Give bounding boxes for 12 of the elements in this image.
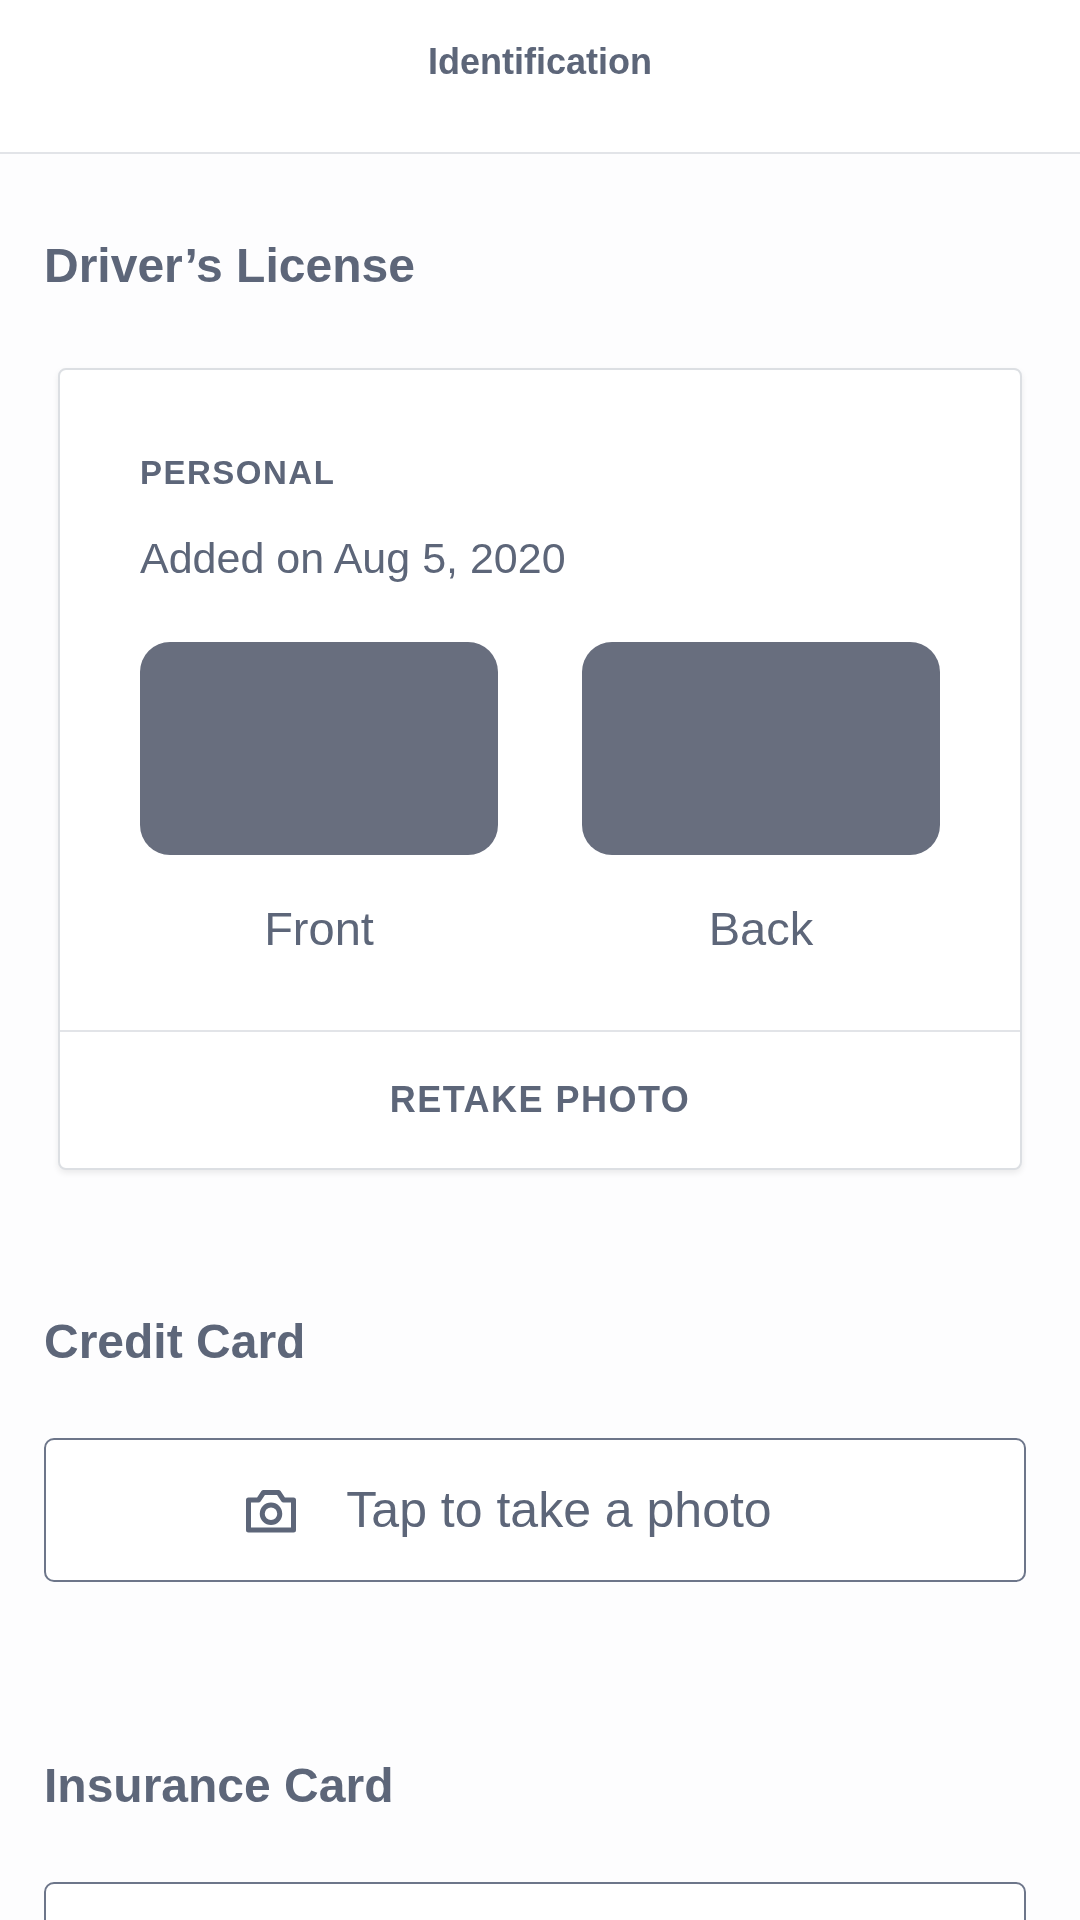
section-heading: Insurance Card xyxy=(44,1762,395,1810)
photo-placeholder[interactable] xyxy=(582,642,940,855)
take-photo-button[interactable]: Tap to take a photo xyxy=(44,1438,1026,1582)
section-heading: Credit Card xyxy=(44,1318,307,1366)
page-title: Identification xyxy=(428,44,652,80)
retake-photo-button[interactable]: RETAKE PHOTO xyxy=(373,1065,707,1135)
added-date: Added on Aug 5, 2020 xyxy=(140,537,567,580)
side-label: Front xyxy=(264,905,374,952)
section-heading: Driver’s License xyxy=(44,242,416,290)
photo-placeholder[interactable] xyxy=(140,642,498,855)
side-label: Back xyxy=(708,905,814,952)
card-label: PERSONAL xyxy=(140,456,337,489)
